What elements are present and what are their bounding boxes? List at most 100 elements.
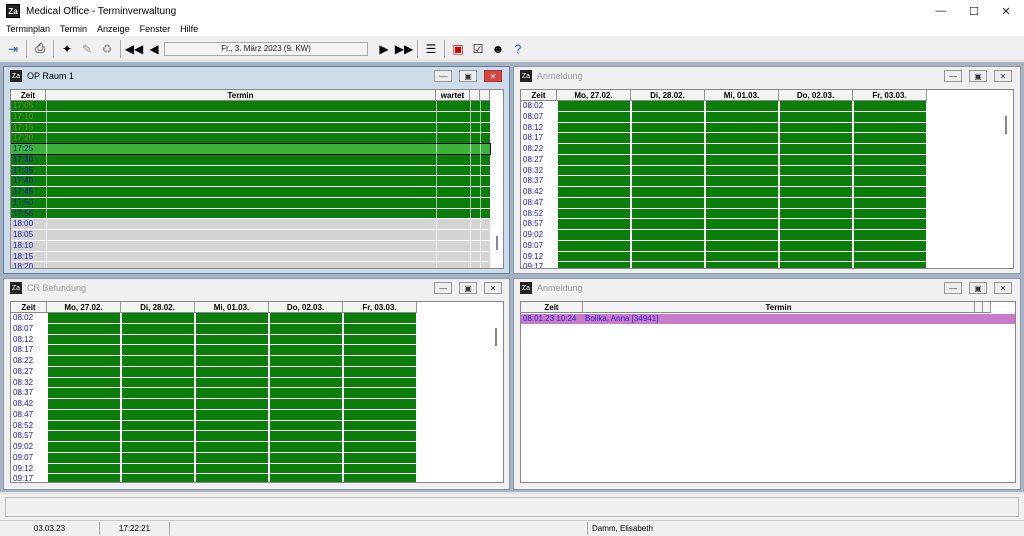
slot-cell[interactable]	[122, 345, 194, 355]
slot-cell[interactable]	[706, 101, 778, 111]
anm1-day-header[interactable]: Di, 28.02.	[631, 90, 705, 101]
slot-cell[interactable]	[344, 388, 416, 398]
edit-appointment-icon[interactable]: ✎	[77, 39, 97, 59]
anm1-day-header[interactable]: Do, 02.03.	[779, 90, 853, 101]
cr-day-header[interactable]: Do, 02.03.	[269, 302, 343, 313]
slot-cell[interactable]	[558, 251, 630, 262]
menu-anzeige[interactable]: Anzeige	[97, 24, 130, 34]
slot-cell[interactable]	[270, 431, 342, 441]
cr-day-header[interactable]: Mi, 01.03.	[195, 302, 269, 313]
slot-cell[interactable]	[344, 463, 416, 474]
anm2-termin-header[interactable]: Termin	[583, 302, 975, 313]
slot-cell[interactable]	[780, 176, 852, 186]
slot-cell[interactable]	[780, 262, 852, 268]
slot-cell[interactable]	[48, 377, 120, 388]
anm1-day-header[interactable]: Mi, 01.03.	[705, 90, 779, 101]
anm1-zeit-header[interactable]: Zeit	[521, 90, 557, 101]
slot-cell[interactable]	[780, 197, 852, 208]
slot-cell[interactable]	[196, 409, 268, 420]
op-slot-row[interactable]	[11, 262, 490, 268]
slot-cell[interactable]	[270, 313, 342, 323]
slot-cell[interactable]	[122, 366, 194, 377]
cr-zeit-header[interactable]: Zeit	[11, 302, 47, 313]
slot-cell[interactable]	[780, 230, 852, 240]
slot-cell[interactable]	[122, 431, 194, 441]
calendar-alert-icon[interactable]: ▣	[448, 39, 468, 59]
slot-cell[interactable]	[706, 251, 778, 262]
op-close-button[interactable]: ✕	[484, 70, 502, 82]
op-slot-row[interactable]	[11, 154, 490, 165]
slot-cell[interactable]	[122, 463, 194, 474]
slot-cell[interactable]	[196, 377, 268, 388]
cr-scrollbar-thumb[interactable]	[495, 328, 497, 346]
op-slot-row[interactable]	[11, 197, 490, 208]
slot-cell[interactable]	[48, 442, 120, 452]
slot-cell[interactable]	[632, 133, 704, 143]
slot-cell[interactable]	[854, 187, 926, 197]
slot-cell[interactable]	[122, 334, 194, 345]
slot-cell[interactable]	[854, 133, 926, 143]
op-slot-row[interactable]	[11, 251, 490, 262]
slot-cell[interactable]	[558, 187, 630, 197]
slot-cell[interactable]	[632, 111, 704, 122]
slot-cell[interactable]	[344, 334, 416, 345]
slot-cell[interactable]	[270, 442, 342, 452]
slot-cell[interactable]	[854, 262, 926, 268]
slot-cell[interactable]	[780, 165, 852, 176]
op-slot-row[interactable]	[11, 240, 490, 251]
slot-cell[interactable]	[780, 144, 852, 154]
slot-cell[interactable]	[48, 452, 120, 463]
slot-cell[interactable]	[558, 133, 630, 143]
slot-cell[interactable]	[632, 165, 704, 176]
maximize-button[interactable]: ☐	[958, 0, 990, 22]
anm2-zeit-header[interactable]: Zeit	[521, 302, 583, 313]
slot-cell[interactable]	[780, 111, 852, 122]
slot-cell[interactable]	[270, 409, 342, 420]
slot-cell[interactable]	[854, 219, 926, 229]
slot-cell[interactable]	[122, 452, 194, 463]
anm1-scrollbar-thumb[interactable]	[1005, 116, 1007, 134]
slot-cell[interactable]	[854, 197, 926, 208]
slot-cell[interactable]	[854, 165, 926, 176]
new-appointment-icon[interactable]: ✦	[57, 39, 77, 59]
slot-cell[interactable]	[270, 377, 342, 388]
window-anmeldung-list[interactable]: Za Anmeldung — ▣ ✕ Zeit Termin 08.01.23 …	[513, 278, 1021, 490]
slot-cell[interactable]	[48, 334, 120, 345]
slot-cell[interactable]	[270, 399, 342, 409]
slot-cell[interactable]	[196, 399, 268, 409]
slot-cell[interactable]	[344, 356, 416, 366]
anm2-list-grid[interactable]: Zeit Termin 08.01.23 10:24 Bolika, Anna …	[520, 301, 1016, 483]
slot-cell[interactable]	[48, 345, 120, 355]
slot-cell[interactable]	[632, 219, 704, 229]
slot-cell[interactable]	[196, 345, 268, 355]
slot-cell[interactable]	[706, 262, 778, 268]
print-icon[interactable]: ⎙	[30, 39, 50, 59]
slot-cell[interactable]	[344, 399, 416, 409]
slot-cell[interactable]	[780, 122, 852, 133]
slot-cell[interactable]	[48, 323, 120, 334]
slot-cell[interactable]	[558, 165, 630, 176]
slot-cell[interactable]	[780, 101, 852, 111]
anm1-week-grid[interactable]: Zeit Mo, 27.02. Di, 28.02. Mi, 01.03. Do…	[520, 89, 1014, 269]
slot-cell[interactable]	[706, 219, 778, 229]
slot-cell[interactable]	[558, 240, 630, 251]
op-scrollbar-thumb[interactable]	[496, 236, 498, 250]
list-view-icon[interactable]: ☰	[421, 39, 441, 59]
slot-cell[interactable]	[122, 409, 194, 420]
slot-cell[interactable]	[854, 176, 926, 186]
slot-cell[interactable]	[780, 208, 852, 219]
help-icon[interactable]: ?	[508, 39, 528, 59]
slot-cell[interactable]	[632, 197, 704, 208]
slot-cell[interactable]	[558, 208, 630, 219]
slot-cell[interactable]	[854, 154, 926, 165]
slot-cell[interactable]	[344, 409, 416, 420]
slot-cell[interactable]	[196, 452, 268, 463]
delete-appointment-icon[interactable]: ♻	[97, 39, 117, 59]
slot-cell[interactable]	[196, 323, 268, 334]
slot-cell[interactable]	[706, 144, 778, 154]
anm2-close-button[interactable]: ✕	[994, 282, 1012, 294]
op-slot-row[interactable]	[11, 111, 490, 122]
cr-slot-rows[interactable]: 08:02 08:07 08:12 08:17 08:22 08:27 08:32 08:37…	[11, 313, 417, 482]
slot-cell[interactable]	[632, 208, 704, 219]
cr-day-header[interactable]: Fr, 03.03.	[343, 302, 417, 313]
